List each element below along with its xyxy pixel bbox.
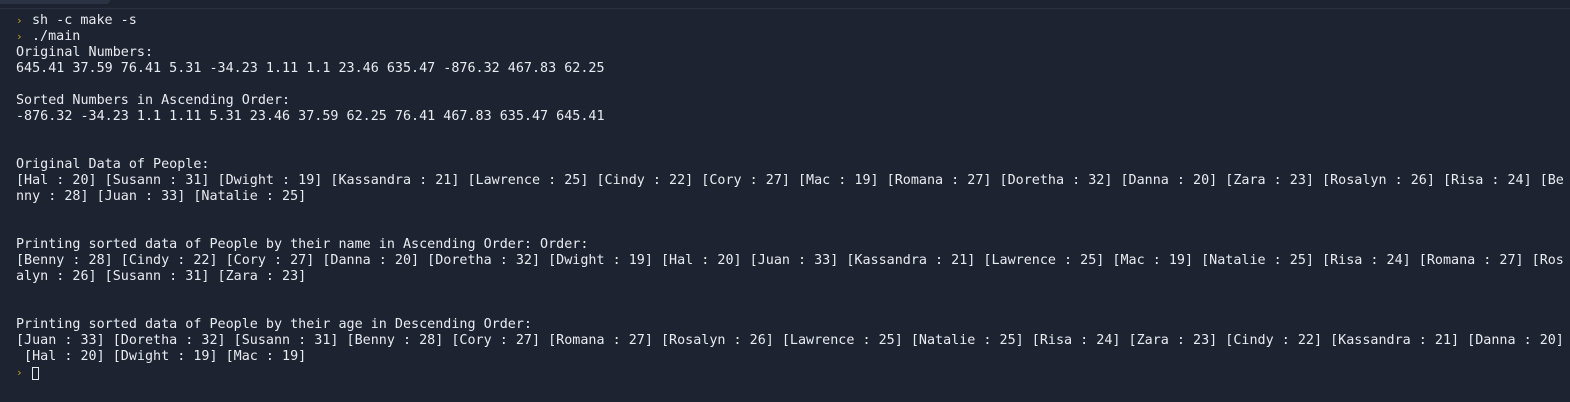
output-line: nny : 28] [Juan : 33] [Natalie : 25] [16, 189, 307, 204]
output-line: Sorted Numbers in Ascending Order: [16, 93, 291, 108]
terminal-tab[interactable] [0, 0, 110, 4]
terminal-output: › sh -c make -s › ./main Original Numbers:… [16, 13, 1564, 381]
output-line: -876.32 -34.23 1.1 1.11 5.31 23.46 37.59… [16, 109, 605, 124]
output-line: Printing sorted data of People by their … [16, 237, 589, 252]
text-cursor[interactable] [32, 366, 39, 380]
output-line: alyn : 26] [Susann : 31] [Zara : 23] [16, 269, 307, 284]
terminal-window[interactable]: › sh -c make -s › ./main Original Numbers:… [0, 0, 1570, 402]
output-line: [Hal : 20] [Susann : 31] [Dwight : 19] [… [16, 173, 1564, 188]
output-line: Original Numbers: [16, 45, 154, 60]
command-line-run: › ./main [16, 29, 1556, 45]
output-line: 645.41 37.59 76.41 5.31 -34.23 1.11 1.1 … [16, 61, 605, 76]
divider [0, 8, 1570, 9]
prompt-chevron-icon: › [16, 366, 23, 379]
output-line: Original Data of People: [16, 157, 210, 172]
prompt-chevron-icon: › [16, 30, 23, 43]
command-line-make: › sh -c make -s [16, 13, 1556, 29]
prompt-chevron-icon: › [16, 14, 23, 27]
command-text: sh -c make -s [32, 13, 137, 28]
input-prompt-line[interactable]: › [16, 365, 1556, 381]
command-text: ./main [32, 29, 81, 44]
output-line: [Hal : 20] [Dwight : 19] [Mac : 19] [16, 349, 307, 364]
output-line: [Juan : 33] [Doretha : 32] [Susann : 31]… [16, 333, 1564, 348]
output-line: [Benny : 28] [Cindy : 22] [Cory : 27] [D… [16, 253, 1564, 268]
output-line: Printing sorted data of People by their … [16, 317, 532, 332]
